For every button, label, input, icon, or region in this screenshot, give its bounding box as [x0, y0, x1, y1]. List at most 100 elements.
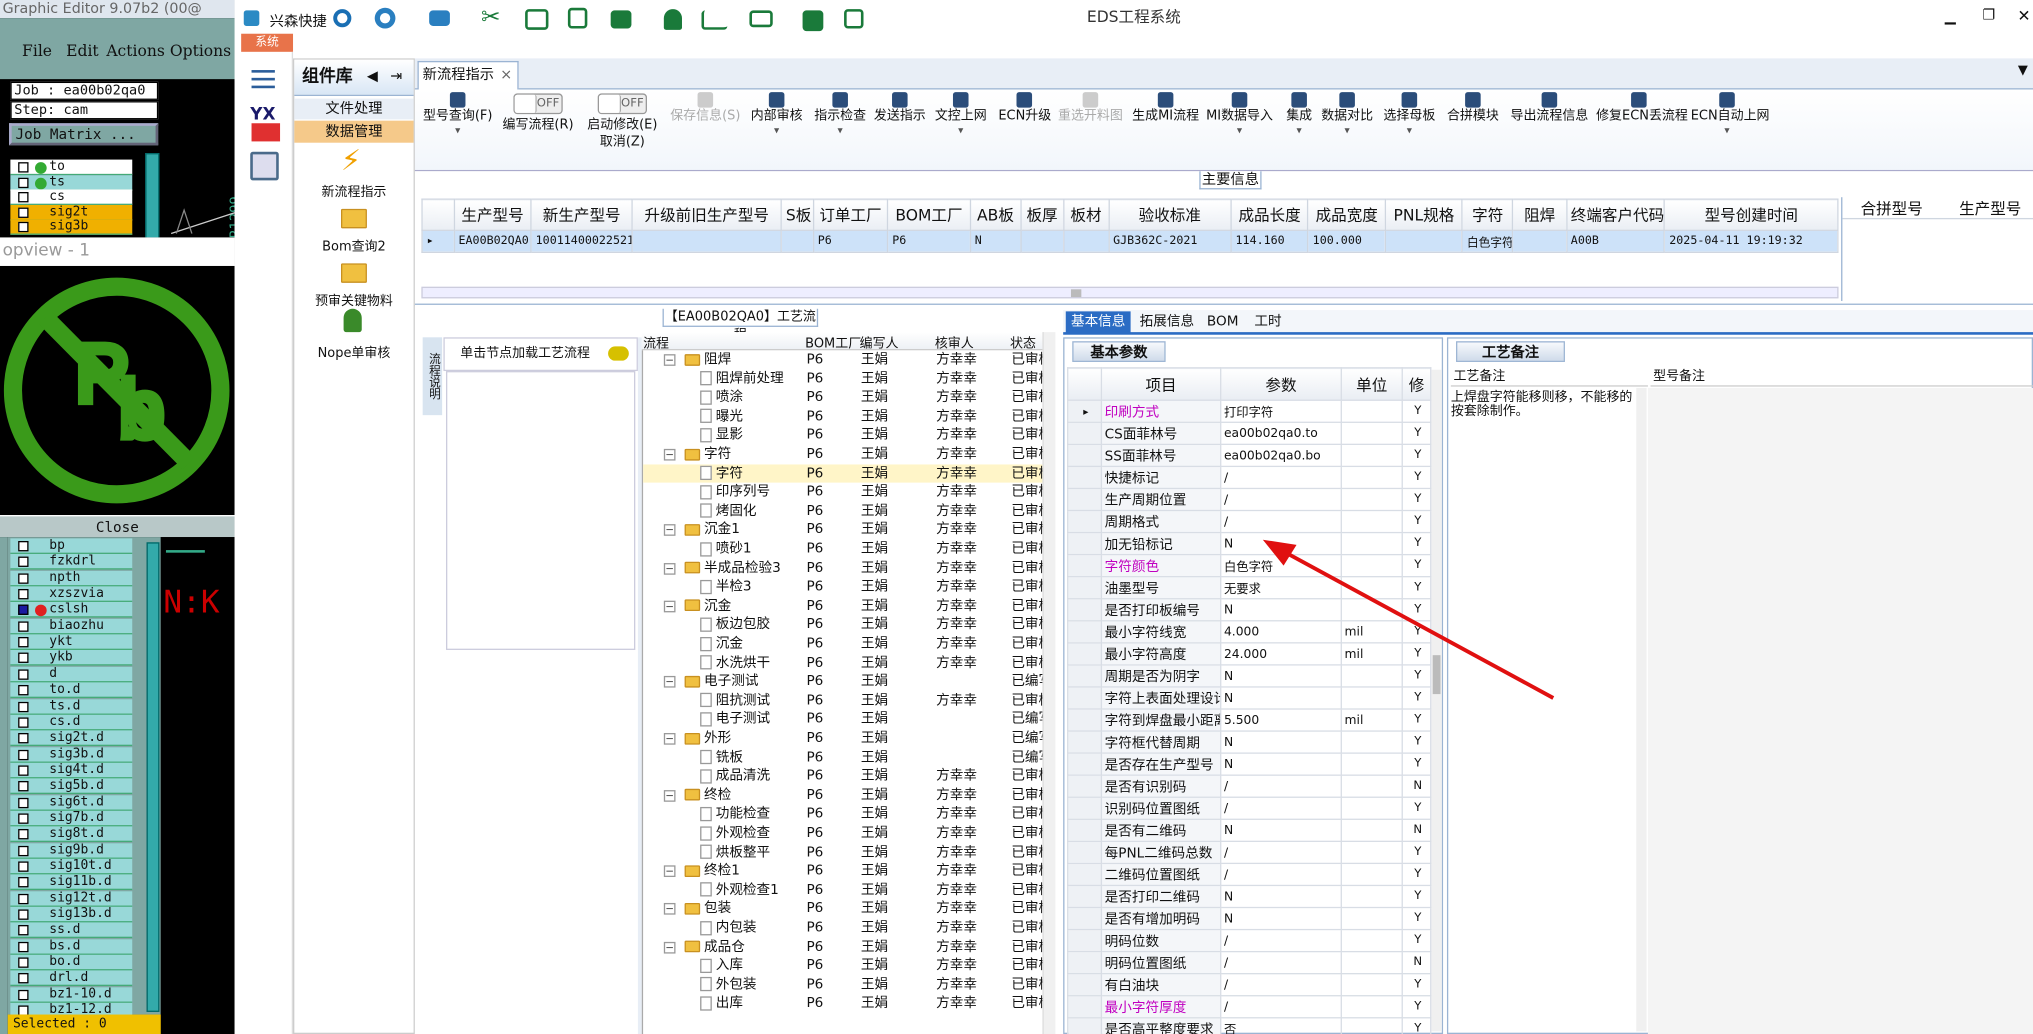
flow-row[interactable]: − 阻焊 P6 王娟 方幸幸 已审核 [643, 350, 1052, 369]
column-header[interactable]: 升级前旧生产型号 [631, 198, 782, 231]
layer-checkbox[interactable] [18, 221, 29, 233]
layer-checkbox[interactable] [18, 685, 29, 696]
process-notes-tab[interactable]: 工艺备注 [1456, 341, 1565, 362]
param-row[interactable]: 字符框代替周期 N Y [1067, 730, 1432, 754]
layer-checkbox[interactable] [18, 540, 29, 552]
param-row[interactable]: 有白油块 / Y [1067, 973, 1432, 997]
layer-checkbox[interactable] [18, 941, 29, 952]
param-row[interactable]: CS面菲林号 ea00b02qa0.to Y [1067, 421, 1432, 445]
ribbon-button-18[interactable]: ECN自动上网 ▾ [1691, 90, 1770, 172]
info-tab-1[interactable]: 拓展信息 [1133, 311, 1200, 333]
minimize-icon[interactable]: ▁ [1945, 8, 1956, 25]
layer-checkbox[interactable] [18, 589, 29, 600]
layer-row[interactable]: cs [10, 189, 133, 205]
collapse-toggle-icon[interactable]: − [663, 903, 676, 916]
layer-row[interactable]: ts [10, 174, 133, 191]
collapse-toggle-icon[interactable]: − [663, 562, 676, 575]
collapse-toggle-icon[interactable]: − [663, 865, 676, 878]
flow-row[interactable]: 内包装 P6 王娟 方幸幸 已审核 [643, 919, 1052, 938]
layer-checkbox[interactable] [18, 845, 29, 856]
layer-row[interactable]: npth [10, 570, 133, 587]
item-bom-query[interactable]: Bom查询2 [294, 235, 413, 254]
collapse-toggle-icon[interactable]: − [663, 941, 676, 954]
main-info-hscroll[interactable] [421, 286, 1839, 299]
collapse-toggle-icon[interactable]: − [663, 789, 676, 802]
menu-options[interactable]: Options [170, 42, 231, 60]
column-header[interactable]: S板 [780, 198, 814, 231]
tab-new-flow[interactable]: 新流程指示 × [417, 60, 519, 90]
layer-checkbox[interactable] [18, 206, 29, 218]
cell[interactable] [780, 229, 814, 253]
column-header[interactable]: 订单工厂 [812, 198, 889, 231]
flow-row[interactable]: 喷砂1 P6 王娟 方幸幸 已审核 [643, 540, 1052, 559]
param-value[interactable]: / [1220, 774, 1342, 798]
ribbon-button-1[interactable]: OFF 编写流程(R) [500, 90, 575, 172]
param-value[interactable]: 否 [1220, 1017, 1342, 1034]
flow-row[interactable]: 喷涂 P6 王娟 方幸幸 已审核 [643, 388, 1052, 407]
layer-checkbox[interactable] [18, 781, 29, 792]
param-column-header[interactable]: 修 [1401, 367, 1432, 401]
cell[interactable]: 114.160 [1230, 229, 1309, 253]
param-value[interactable]: / [1220, 995, 1342, 1019]
layer-checkbox[interactable] [18, 177, 29, 188]
cell[interactable] [631, 229, 782, 253]
layer-row[interactable]: ykb [10, 650, 133, 667]
cell[interactable]: N [969, 229, 1022, 253]
column-header[interactable]: 板材 [1062, 198, 1110, 231]
column-header[interactable]: 成品宽度 [1307, 198, 1386, 231]
layer-row[interactable]: sig7b.d [10, 810, 133, 827]
layer-checkbox[interactable] [18, 829, 29, 840]
column-header[interactable]: BOM工厂 [887, 198, 971, 231]
flow-row[interactable]: 字符 P6 王娟 方幸幸 已审核 [643, 463, 1052, 483]
param-row[interactable]: 明码位置图纸 / N [1067, 950, 1432, 975]
flow-row[interactable]: 铣板 P6 王娟 已编写 [643, 748, 1052, 767]
ribbon-button-16[interactable]: 导出流程信息 [1510, 90, 1588, 172]
notes-scrollbar[interactable] [1636, 387, 1647, 1032]
param-value[interactable]: / [1220, 487, 1342, 512]
layer-row[interactable]: sig11b.d [10, 874, 133, 891]
cell[interactable]: 2025-04-11 19:19:32 [1664, 229, 1839, 253]
cell[interactable] [1020, 229, 1064, 253]
flow-row[interactable]: − 电子测试 P6 王娟 已编写 [643, 672, 1052, 691]
layer-row[interactable]: sig8t.d [10, 826, 133, 843]
dropdown-arrow-icon[interactable]: ▾ [420, 125, 495, 138]
column-header[interactable]: 验收标准 [1107, 198, 1232, 231]
tab-overflow-icon[interactable]: ▼ [2018, 64, 2028, 78]
param-column-header[interactable]: 项目 [1100, 367, 1222, 401]
tab-close-icon[interactable]: × [500, 62, 512, 88]
param-value[interactable]: N [1220, 730, 1342, 754]
system-tab[interactable]: 系统 [241, 33, 294, 52]
column-header[interactable]: PNL规格 [1384, 198, 1464, 231]
param-value[interactable]: / [1220, 928, 1342, 953]
column-header[interactable]: 型号创建时间 [1664, 198, 1839, 231]
flow-row[interactable]: 显影 P6 王娟 方幸幸 已审核 [643, 426, 1052, 445]
flow-row[interactable]: − 沉金 P6 王娟 方幸幸 已审核 [643, 597, 1052, 616]
collapse-toggle-icon[interactable]: − [663, 733, 676, 745]
info-tab-0[interactable]: 基本信息 [1065, 311, 1131, 334]
param-row[interactable]: ▸ 印刷方式 打印字符 Y [1067, 399, 1432, 423]
dropdown-arrow-icon[interactable]: ▾ [928, 125, 993, 138]
param-value[interactable]: / [1220, 973, 1342, 997]
dropdown-arrow-icon[interactable]: ▾ [1281, 125, 1317, 138]
ribbon-button-15[interactable]: 合拼模块 [1444, 90, 1501, 172]
ribbon-button-4[interactable]: 内部审核 ▾ [747, 90, 807, 172]
cell[interactable]: GJB362C-2021 [1107, 229, 1232, 253]
flow-row[interactable]: − 外形 P6 王娟 已编写 [643, 729, 1052, 748]
menu-actions[interactable]: Actions [106, 42, 165, 60]
ribbon-button-12[interactable]: 集成 ▾ [1281, 90, 1317, 172]
cell[interactable]: 10011400022521 [530, 229, 633, 253]
layer-row[interactable]: sig6t.d [10, 794, 133, 811]
param-row[interactable]: 生产周期位置 / Y [1067, 487, 1432, 512]
layer-checkbox[interactable] [18, 797, 29, 808]
param-row[interactable]: 识别码位置图纸 / Y [1067, 796, 1432, 820]
param-column-header[interactable]: 参数 [1220, 367, 1342, 401]
info-tab-3[interactable]: 工时 [1242, 311, 1294, 333]
close-button[interactable]: Close [0, 515, 235, 538]
param-row[interactable]: 是否有识别码 / N [1067, 774, 1432, 798]
layer-checkbox[interactable] [18, 637, 29, 648]
param-value[interactable]: N [1220, 884, 1342, 909]
layer-row[interactable]: cslsh [10, 602, 133, 619]
layer-row[interactable]: to.d [10, 682, 133, 699]
layer-row[interactable]: bo.d [10, 954, 133, 971]
layer-checkbox[interactable] [18, 973, 29, 984]
